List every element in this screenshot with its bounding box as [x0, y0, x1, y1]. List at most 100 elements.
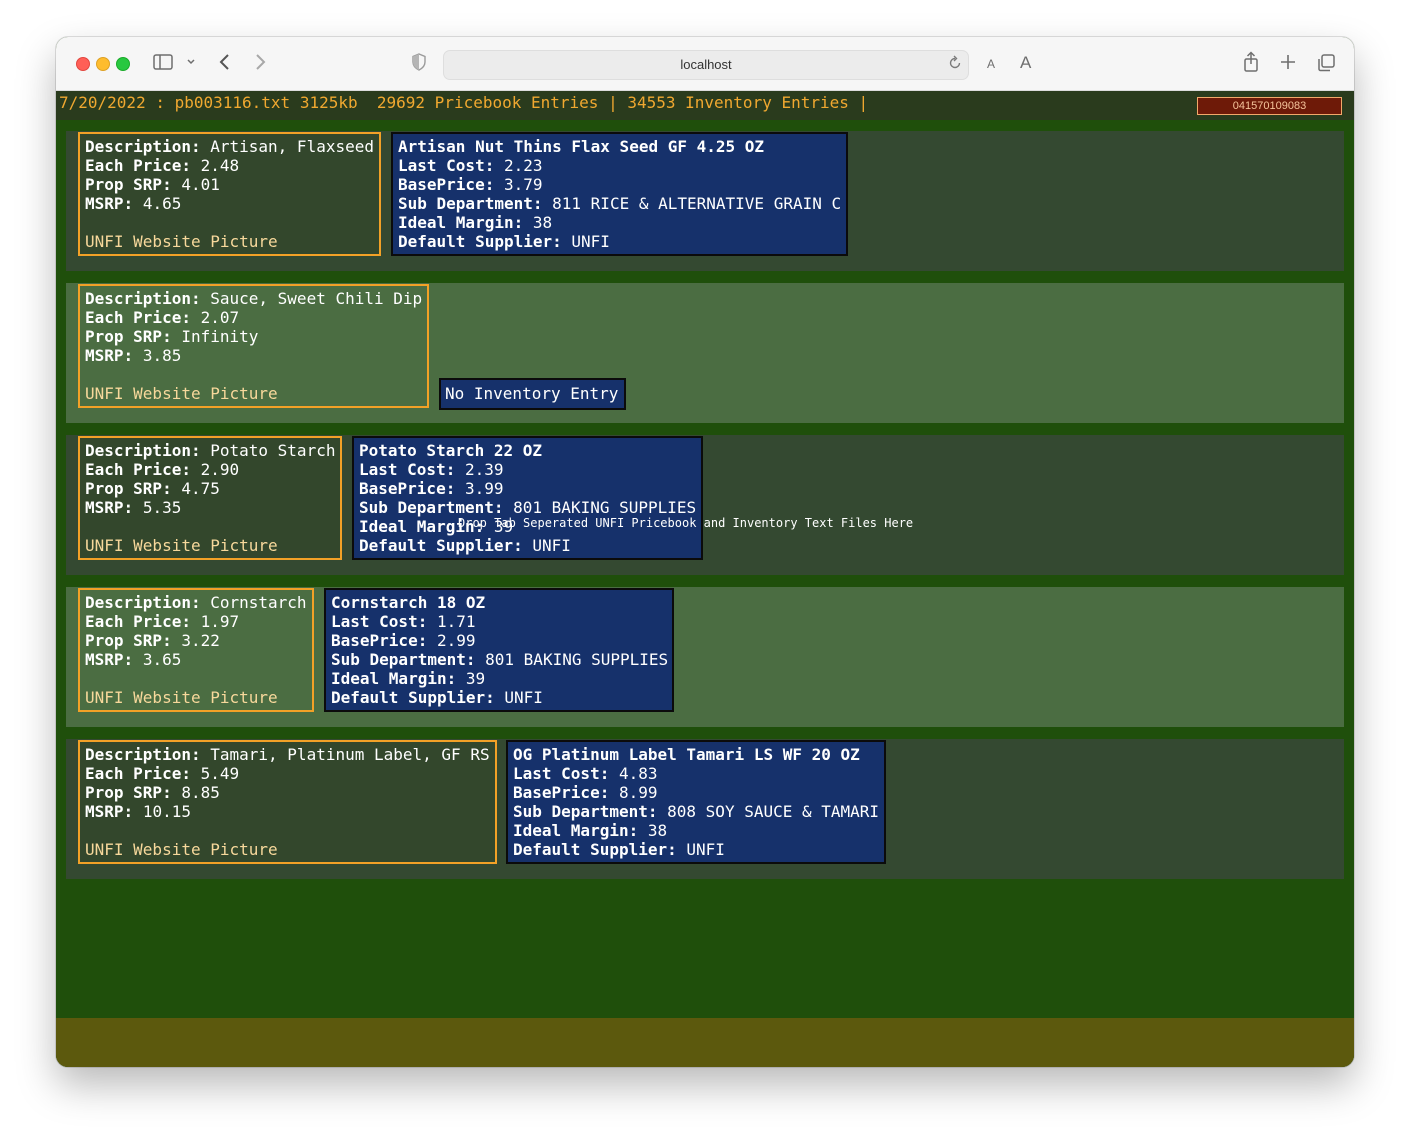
share-icon[interactable] — [1242, 51, 1260, 75]
ideal-margin-label: Ideal Margin: — [398, 213, 524, 232]
unfi-website-picture-link[interactable]: UNFI Website Picture — [85, 688, 307, 707]
ideal-margin-label: Ideal Margin: — [331, 669, 457, 688]
ideal-margin-value: 39 — [465, 669, 486, 688]
each-price-value: 5.49 — [200, 764, 240, 783]
each-price-label: Each Price: — [85, 156, 191, 175]
sub-department-value: 808 SOY SAUCE & TAMARI — [667, 802, 880, 821]
drop-zone-hint[interactable]: Drop Tab Seperated UNFI Pricebook and In… — [458, 516, 913, 530]
msrp-label: MSRP: — [85, 346, 134, 365]
base-price-label: BasePrice: — [513, 783, 610, 802]
privacy-shield-icon[interactable] — [411, 53, 427, 77]
prop-srp-label: Prop SRP: — [85, 783, 172, 802]
msrp-value: 3.85 — [142, 346, 182, 365]
ideal-margin-value: 38 — [647, 821, 668, 840]
prop-srp-value: Infinity — [181, 327, 259, 346]
inventory-title: Cornstarch 18 OZ — [331, 593, 486, 612]
entry-row: Description: Cornstarch Each Price: 1.97 P… — [66, 587, 1344, 727]
prop-srp-label: Prop SRP: — [85, 631, 172, 650]
base-price-label: BasePrice: — [331, 631, 428, 650]
description-value: Tamari, Platinum Label, GF RS — [210, 745, 490, 764]
inventory-title: Potato Starch 22 OZ — [359, 441, 543, 460]
msrp-value: 3.65 — [142, 650, 182, 669]
prop-srp-value: 8.85 — [181, 783, 220, 802]
sub-department-value: 801 BAKING SUPPLIES — [513, 498, 697, 517]
page-content[interactable]: 7/20/2022 : pb003116.txt 3125kb 29692 Pr… — [56, 91, 1354, 1067]
last-cost-value: 2.23 — [503, 156, 543, 175]
each-price-label: Each Price: — [85, 764, 191, 783]
sidebar-icon[interactable] — [153, 53, 173, 77]
description-value: Sauce, Sweet Chili Dip — [210, 289, 423, 308]
each-price-value: 2.90 — [200, 460, 240, 479]
tab-overview-icon[interactable] — [1316, 53, 1336, 77]
base-price-value: 3.99 — [464, 479, 504, 498]
inventory-title: Artisan Nut Thins Flax Seed GF 4.25 OZ — [398, 137, 765, 156]
inventory-title: OG Platinum Label Tamari LS WF 20 OZ — [513, 745, 860, 764]
pricebook-card: Description: Sauce, Sweet Chili Dip Each … — [78, 284, 429, 408]
last-cost-value: 1.71 — [436, 612, 476, 631]
description-label: Description: — [85, 593, 201, 612]
inventory-card: Cornstarch 18 OZ Last Cost: 1.71 BasePrice… — [324, 588, 674, 712]
minimize-window-button[interactable] — [96, 57, 110, 71]
ideal-margin-label: Ideal Margin: — [513, 821, 639, 840]
new-tab-icon[interactable] — [1279, 53, 1297, 77]
unfi-website-picture-link[interactable]: UNFI Website Picture — [85, 384, 422, 403]
default-supplier-value: UNFI — [532, 536, 571, 555]
each-price-value: 1.97 — [200, 612, 240, 631]
prop-srp-label: Prop SRP: — [85, 327, 172, 346]
msrp-label: MSRP: — [85, 498, 134, 517]
address-bar[interactable]: localhost — [443, 50, 969, 80]
base-price-label: BasePrice: — [359, 479, 456, 498]
status-text: 7/20/2022 : pb003116.txt 3125kb 29692 Pr… — [59, 93, 869, 112]
forward-icon[interactable] — [253, 52, 267, 76]
entry-row: Description: Potato Starch Each Price: 2.… — [66, 435, 1344, 575]
last-cost-value: 4.83 — [618, 764, 658, 783]
msrp-value: 4.65 — [142, 194, 182, 213]
pricebook-card: Description: Potato Starch Each Price: 2.… — [78, 436, 342, 560]
pricebook-card: Description: Cornstarch Each Price: 1.97 P… — [78, 588, 314, 712]
text-smaller-button[interactable]: A — [987, 54, 995, 78]
pricebook-card: Description: Artisan, Flaxseed Each Price… — [78, 132, 381, 256]
ideal-margin-value: 38 — [532, 213, 553, 232]
prop-srp-label: Prop SRP: — [85, 479, 172, 498]
msrp-value: 10.15 — [142, 802, 191, 821]
default-supplier-value: UNFI — [504, 688, 543, 707]
msrp-label: MSRP: — [85, 650, 134, 669]
default-supplier-label: Default Supplier: — [359, 536, 523, 555]
last-cost-value: 2.39 — [464, 460, 504, 479]
back-icon[interactable] — [218, 52, 232, 76]
entry-row: Description: Artisan, Flaxseed Each Price… — [66, 131, 1344, 271]
entry-row: Description: Sauce, Sweet Chili Dip Each … — [66, 283, 1344, 423]
browser-toolbar: localhost A A — [56, 37, 1354, 91]
prop-srp-label: Prop SRP: — [85, 175, 172, 194]
prop-srp-value: 4.01 — [181, 175, 220, 194]
base-price-value: 8.99 — [618, 783, 658, 802]
base-price-value: 3.79 — [503, 175, 543, 194]
sub-department-label: Sub Department: — [398, 194, 543, 213]
description-value: Potato Starch — [210, 441, 336, 460]
unfi-website-picture-link[interactable]: UNFI Website Picture — [85, 536, 335, 555]
inventory-card: Potato Starch 22 OZ Last Cost: 2.39 BasePr… — [352, 436, 703, 560]
url-text: localhost — [680, 57, 732, 72]
entry-row: Description: Tamari, Platinum Label, GF … — [66, 739, 1344, 879]
close-window-button[interactable] — [76, 57, 90, 71]
scan-input[interactable]: 041570109083 — [1197, 97, 1342, 115]
chevron-down-icon[interactable] — [186, 53, 196, 77]
text-larger-button[interactable]: A — [1020, 51, 1031, 75]
description-label: Description: — [85, 441, 201, 460]
status-bar: 7/20/2022 : pb003116.txt 3125kb 29692 Pr… — [56, 91, 1354, 120]
default-supplier-value: UNFI — [686, 840, 725, 859]
reload-icon[interactable] — [948, 55, 962, 75]
footer-bar — [56, 1018, 1354, 1067]
unfi-website-picture-link[interactable]: UNFI Website Picture — [85, 840, 490, 859]
unfi-website-picture-link[interactable]: UNFI Website Picture — [85, 232, 374, 251]
prop-srp-value: 4.75 — [181, 479, 220, 498]
msrp-value: 5.35 — [142, 498, 182, 517]
last-cost-label: Last Cost: — [398, 156, 495, 175]
default-supplier-label: Default Supplier: — [513, 840, 677, 859]
prop-srp-value: 3.22 — [181, 631, 220, 650]
default-supplier-value: UNFI — [571, 232, 610, 251]
inventory-card: Artisan Nut Thins Flax Seed GF 4.25 OZ La… — [391, 132, 848, 256]
zoom-window-button[interactable] — [116, 57, 130, 71]
sub-department-value: 811 RICE & ALTERNATIVE GRAIN C — [552, 194, 842, 213]
each-price-label: Each Price: — [85, 612, 191, 631]
